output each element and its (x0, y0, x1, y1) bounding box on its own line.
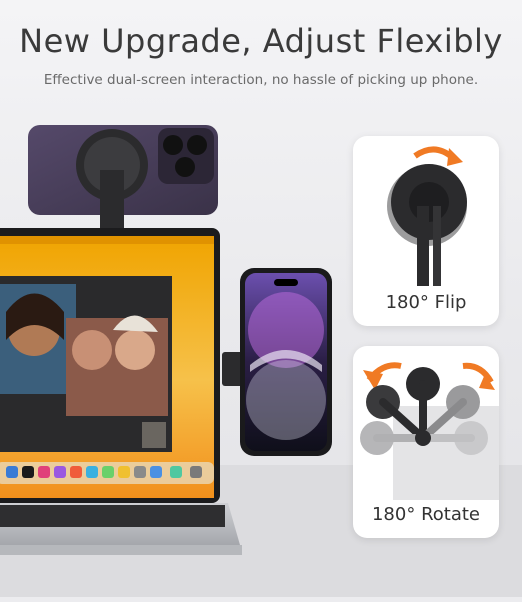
mounted-phone-back (28, 125, 218, 232)
rotate-illustration (360, 362, 499, 500)
page-subtitle: Effective dual-screen interaction, no ha… (43, 72, 479, 88)
rotate-feature-card: 180° Rotate (353, 346, 499, 538)
flip-feature-card: 180° Flip (353, 136, 499, 326)
product-scene: 180° Flip 180° Rotate (0, 100, 522, 597)
flip-illustration (387, 146, 467, 286)
side-mounted-phone (222, 268, 332, 456)
flip-arrow-icon (447, 148, 463, 166)
page-title: New Upgrade, Adjust Flexibly (19, 22, 503, 60)
flip-label: 180° Flip (385, 292, 467, 313)
laptop (0, 228, 242, 555)
rotate-label: 180° Rotate (371, 504, 480, 525)
